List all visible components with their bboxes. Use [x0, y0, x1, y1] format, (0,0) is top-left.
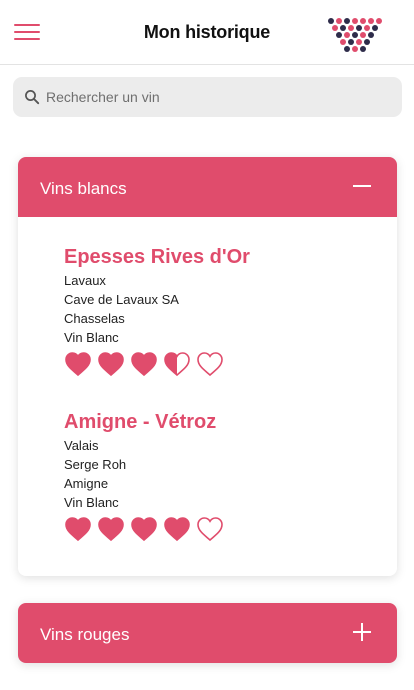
heart-half-icon: [164, 352, 190, 377]
logo-dot: [368, 18, 374, 24]
heart-outline-icon: [197, 352, 223, 377]
heart-filled-icon: [131, 517, 157, 542]
heart-filled-icon: [65, 517, 91, 542]
heart-filled-icon: [131, 352, 157, 377]
wine-item[interactable]: Epesses Rives d'Or Lavaux Cave de Lavaux…: [64, 245, 384, 381]
heart-filled-icon: [65, 352, 91, 377]
section-header-vins-blancs[interactable]: Vins blancs: [18, 157, 397, 217]
wine-producer: Serge Roh: [64, 457, 127, 472]
app-header: Mon historique: [0, 0, 414, 65]
logo-dot: [360, 32, 366, 38]
logo-dot: [336, 32, 342, 38]
logo-dot: [328, 18, 334, 24]
logo-dot: [336, 18, 342, 24]
search-input[interactable]: [46, 77, 386, 117]
logo-dot: [352, 32, 358, 38]
logo-dot: [376, 18, 382, 24]
logo-dot: [356, 39, 362, 45]
logo-dot: [368, 32, 374, 38]
section-header-vins-rouges[interactable]: Vins rouges: [18, 603, 397, 663]
wine-name[interactable]: Epesses Rives d'Or: [64, 245, 384, 271]
heart-filled-icon: [164, 517, 190, 542]
logo-dot: [360, 18, 366, 24]
heart-filled-icon: [98, 517, 124, 542]
search-bar[interactable]: [13, 77, 402, 117]
wine-region: Lavaux: [64, 273, 106, 288]
dots-logo[interactable]: [326, 16, 384, 52]
heart-outline-icon: [197, 517, 223, 542]
search-icon: [25, 90, 40, 105]
logo-dot: [348, 25, 354, 31]
wine-grape: Amigne: [64, 476, 109, 491]
plus-icon[interactable]: [353, 623, 371, 641]
logo-dot: [340, 39, 346, 45]
wine-type: Vin Blanc: [64, 495, 119, 510]
logo-dot: [344, 46, 350, 52]
logo-dot: [340, 25, 346, 31]
heart-filled-icon: [98, 352, 124, 377]
logo-dot: [348, 39, 354, 45]
wine-item[interactable]: Amigne - Vétroz Valais Serge Roh Amigne …: [64, 410, 384, 546]
logo-dot: [356, 25, 362, 31]
section-vins-blancs: Vins blancs Epesses Rives d'Or Lavaux Ca…: [18, 157, 397, 576]
logo-dot: [364, 39, 370, 45]
logo-dot: [344, 32, 350, 38]
logo-dot: [344, 18, 350, 24]
section-vins-rouges: Vins rouges: [18, 603, 397, 663]
logo-dot: [364, 25, 370, 31]
heart-rating: [64, 351, 384, 381]
wine-region: Valais: [64, 438, 99, 453]
logo-dot: [372, 25, 378, 31]
section-title: Vins rouges: [40, 625, 130, 644]
logo-dot: [352, 46, 358, 52]
heart-rating: [64, 516, 384, 546]
minus-icon[interactable]: [353, 177, 371, 195]
wine-grape: Chasselas: [64, 311, 125, 326]
wine-name[interactable]: Amigne - Vétroz: [64, 410, 384, 436]
logo-dot: [360, 46, 366, 52]
section-title: Vins blancs: [40, 179, 127, 198]
logo-dot: [352, 18, 358, 24]
logo-dot: [332, 25, 338, 31]
wine-producer: Cave de Lavaux SA: [64, 292, 179, 307]
wine-type: Vin Blanc: [64, 330, 119, 345]
